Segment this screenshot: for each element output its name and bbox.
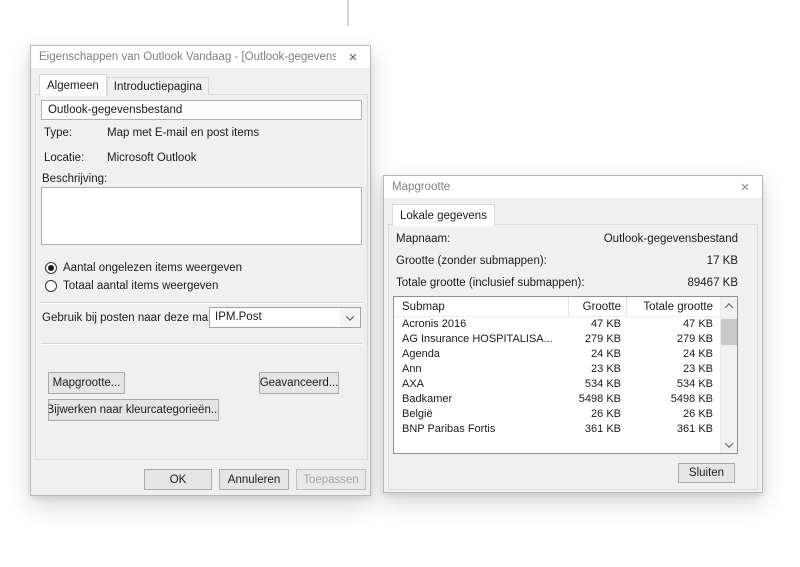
folder-size-tab-page: Mapnaam: Outlook-gegevensbestand Grootte…: [388, 224, 758, 490]
cell-submap: Agenda: [394, 347, 568, 362]
cell-grootte: 361 KB: [568, 422, 626, 437]
location-row: Locatie: Microsoft Outlook: [44, 151, 196, 166]
cell-totale-grootte: 279 KB: [626, 332, 720, 347]
description-label: Beschrijving:: [42, 172, 107, 186]
folder-name-row: Mapnaam: Outlook-gegevensbestand: [396, 231, 738, 247]
size-label: Grootte (zonder submappen):: [396, 253, 547, 269]
table-row[interactable]: AG Insurance HOSPITALISA... 279 KB 279 K…: [394, 332, 737, 347]
folder-name-label: Mapnaam:: [396, 231, 450, 247]
cell-totale-grootte: 24 KB: [626, 347, 720, 362]
folder-size-dialog: Mapgrootte ✕ Lokale gegevens Mapnaam: Ou…: [383, 175, 763, 493]
total-size-row: Totale grootte (inclusief submappen): 89…: [396, 275, 738, 291]
table-row[interactable]: Agenda 24 KB 24 KB: [394, 347, 737, 362]
cell-grootte: 5498 KB: [568, 392, 626, 407]
cell-grootte: 47 KB: [568, 317, 626, 332]
type-value: Map met E-mail en post items: [107, 126, 259, 141]
folder-size-titlebar[interactable]: Mapgrootte ✕: [384, 176, 762, 198]
scrollbar-thumb[interactable]: [721, 319, 737, 345]
cancel-button[interactable]: Annuleren: [219, 469, 289, 490]
separator: [41, 343, 362, 345]
table-row[interactable]: Acronis 2016 47 KB 47 KB: [394, 317, 737, 332]
vertical-scrollbar[interactable]: [720, 297, 737, 453]
total-size-value: 89467 KB: [687, 275, 738, 291]
tab-algemeen[interactable]: Algemeen: [39, 74, 107, 96]
header-grootte[interactable]: Grootte: [568, 297, 626, 316]
background-artifact-line: [347, 0, 349, 26]
radio-total-items[interactable]: Totaal aantal items weergeven: [45, 278, 218, 294]
cell-submap: Badkamer: [394, 392, 568, 407]
total-size-label: Totale grootte (inclusief submappen):: [396, 275, 585, 291]
table-row[interactable]: Ann 23 KB 23 KB: [394, 362, 737, 377]
table-row[interactable]: BNP Paribas Fortis 361 KB 361 KB: [394, 422, 737, 437]
cell-submap: AG Insurance HOSPITALISA...: [394, 332, 568, 347]
properties-dialog-title: Eigenschappen van Outlook Vandaag - [Out…: [31, 51, 336, 63]
upgrade-color-categories-button[interactable]: Bijwerken naar kleurcategorieën...: [48, 399, 219, 421]
radio-unselected-icon[interactable]: [45, 280, 57, 292]
properties-tab-page: Outlook-gegevensbestand Type: Map met E-…: [35, 94, 368, 460]
table-row[interactable]: Badkamer 5498 KB 5498 KB: [394, 392, 737, 407]
folder-size-dialog-title: Mapgrootte: [384, 181, 728, 193]
chevron-down-icon[interactable]: [340, 308, 360, 327]
post-form-label: Gebruik bij posten naar deze map:: [42, 311, 218, 326]
folder-name-value: Outlook-gegevensbestand: [604, 231, 738, 247]
cell-grootte: 23 KB: [568, 362, 626, 377]
cell-totale-grootte: 26 KB: [626, 407, 720, 422]
chevron-down-icon[interactable]: [721, 437, 737, 452]
close-dialog-button[interactable]: Sluiten: [678, 463, 735, 483]
folder-size-button[interactable]: Mapgrootte...: [48, 372, 125, 394]
folder-size-tab-strip: Lokale gegevens: [392, 203, 495, 225]
radio-unread-items[interactable]: Aantal ongelezen items weergeven: [45, 260, 242, 276]
table-row[interactable]: België 26 KB 26 KB: [394, 407, 737, 422]
advanced-button[interactable]: Geavanceerd...: [259, 372, 339, 394]
apply-button-disabled: Toepassen: [296, 469, 366, 490]
cell-grootte: 534 KB: [568, 377, 626, 392]
header-totale-grootte[interactable]: Totale grootte: [626, 297, 720, 316]
tab-lokale-gegevens[interactable]: Lokale gegevens: [392, 204, 495, 226]
separator: [41, 302, 362, 304]
cell-totale-grootte: 361 KB: [626, 422, 720, 437]
location-label: Locatie:: [44, 151, 107, 166]
cell-totale-grootte: 534 KB: [626, 377, 720, 392]
cell-submap: AXA: [394, 377, 568, 392]
chevron-up-icon[interactable]: [721, 298, 737, 313]
cell-submap: Acronis 2016: [394, 317, 568, 332]
type-row: Type: Map met E-mail en post items: [44, 126, 259, 141]
radio-selected-icon[interactable]: [45, 262, 57, 274]
ok-button[interactable]: OK: [144, 469, 212, 490]
cell-grootte: 279 KB: [568, 332, 626, 347]
description-textarea[interactable]: [41, 187, 362, 245]
properties-titlebar[interactable]: Eigenschappen van Outlook Vandaag - [Out…: [31, 46, 370, 68]
size-value: 17 KB: [707, 253, 738, 269]
radio-unread-label: Aantal ongelezen items weergeven: [63, 262, 242, 274]
cell-submap: België: [394, 407, 568, 422]
table-header: Submap Grootte Totale grootte: [394, 297, 737, 317]
cell-grootte: 26 KB: [568, 407, 626, 422]
close-icon[interactable]: ✕: [728, 176, 762, 198]
cell-grootte: 24 KB: [568, 347, 626, 362]
combobox-value: IPM.Post: [210, 308, 340, 327]
radio-total-label: Totaal aantal items weergeven: [63, 280, 218, 292]
tab-introductiepagina[interactable]: Introductiepagina: [107, 77, 209, 95]
folder-name-field[interactable]: Outlook-gegevensbestand: [41, 100, 362, 120]
close-icon[interactable]: ✕: [336, 46, 370, 68]
properties-tab-strip: Algemeen Introductiepagina: [39, 73, 209, 95]
size-without-subfolders-row: Grootte (zonder submappen): 17 KB: [396, 253, 738, 269]
cell-totale-grootte: 47 KB: [626, 317, 720, 332]
table-row[interactable]: AXA 534 KB 534 KB: [394, 377, 737, 392]
subfolder-size-table: Submap Grootte Totale grootte Acronis 20…: [393, 296, 738, 454]
cell-submap: BNP Paribas Fortis: [394, 422, 568, 437]
post-form-combobox[interactable]: IPM.Post: [209, 307, 361, 328]
type-label: Type:: [44, 126, 107, 141]
cell-totale-grootte: 23 KB: [626, 362, 720, 377]
cell-totale-grootte: 5498 KB: [626, 392, 720, 407]
properties-dialog: Eigenschappen van Outlook Vandaag - [Out…: [30, 45, 371, 496]
header-submap[interactable]: Submap: [394, 297, 568, 316]
location-value: Microsoft Outlook: [107, 151, 196, 166]
cell-submap: Ann: [394, 362, 568, 377]
